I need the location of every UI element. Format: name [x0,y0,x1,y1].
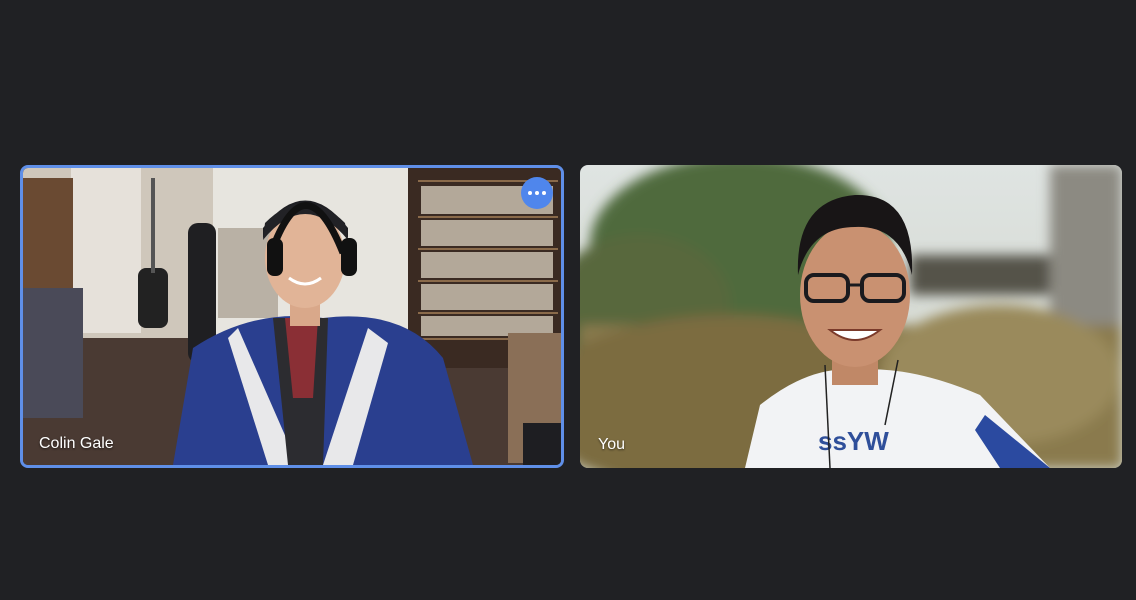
meeting-stage: Colin Gale ssYW You [0,0,1136,600]
participant-tile-colin-gale[interactable]: Colin Gale [20,165,564,468]
participant-tile-you[interactable]: ssYW You [580,165,1122,468]
more-horizontal-icon [528,191,532,195]
more-horizontal-icon [535,191,539,195]
more-horizontal-icon [542,191,546,195]
participant-video-you: ssYW [580,165,1122,468]
participant-name-label: Colin Gale [39,435,114,452]
more-options-button[interactable] [521,177,553,209]
participant-video-colin-gale [23,168,561,465]
participant-name-label: You [598,436,625,453]
